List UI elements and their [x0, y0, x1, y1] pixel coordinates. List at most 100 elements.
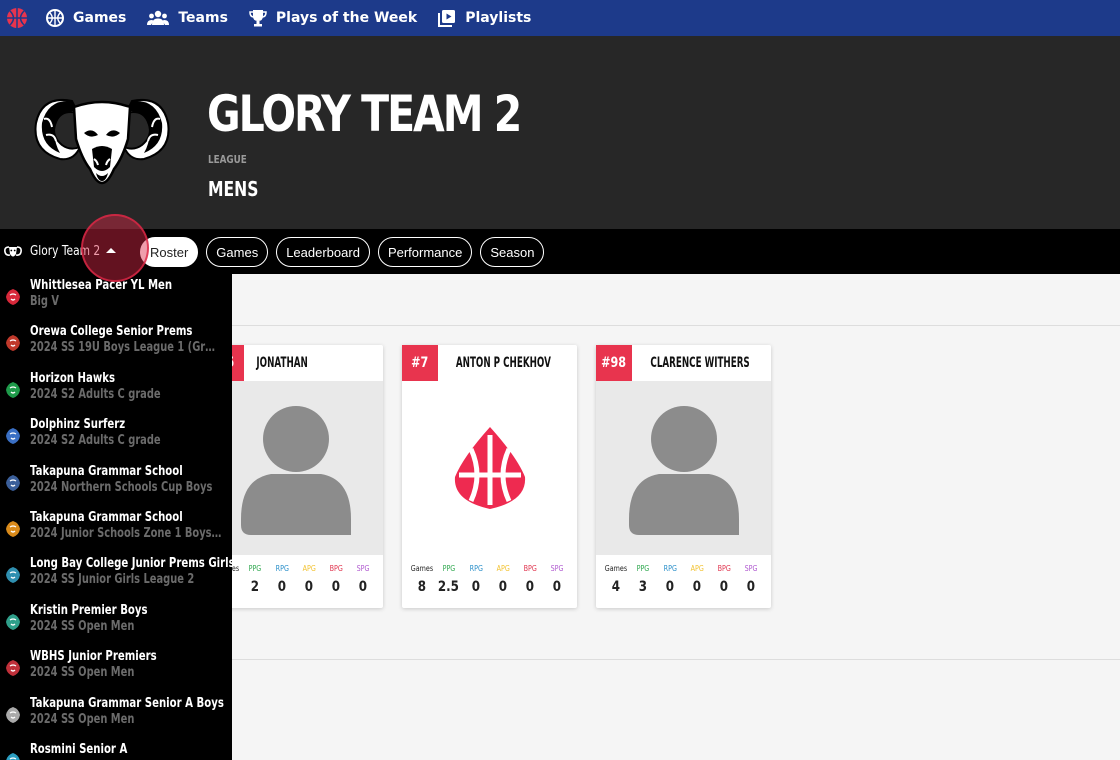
- stat-spg: SPG 0: [352, 564, 374, 595]
- team-option[interactable]: Horizon Hawks 2024 S2 Adults C grade: [0, 371, 232, 417]
- league-value: MENS: [208, 177, 259, 201]
- stat-bpg: BPG 0: [325, 564, 347, 595]
- team-option-league: 2024 SS Junior Girls League 2: [30, 572, 195, 588]
- player-photo: [208, 381, 383, 555]
- stat-value: 0: [471, 579, 481, 595]
- tab-season[interactable]: Season: [480, 237, 545, 267]
- stat-games: Games 8: [410, 564, 433, 595]
- team-logo-icon: [6, 474, 20, 491]
- stat-games: Games 4: [604, 564, 627, 595]
- stat-label: BPG: [523, 564, 537, 573]
- team-option-league: 2024 SS Open Men: [30, 665, 135, 681]
- team-logo-icon: [6, 660, 20, 677]
- team-hero: GLORY TEAM 2 LEAGUE MENS: [0, 36, 1120, 229]
- basketball-icon: [46, 9, 64, 27]
- stat-apg: APG 0: [492, 564, 514, 595]
- player-card[interactable]: #5 JONATHAN Games9PPG2RPG0APG0BPG0SPG0: [208, 345, 383, 608]
- stat-bpg: BPG 0: [713, 564, 735, 595]
- team-option-league: 2024 SS 19U Boys League 1 (Grading): [30, 340, 222, 356]
- nav-teams[interactable]: Teams: [147, 10, 228, 26]
- stat-label: Games: [604, 564, 627, 573]
- stat-label: BPG: [329, 564, 343, 573]
- nav-playlists[interactable]: Playlists: [438, 9, 531, 27]
- stat-label: PPG: [636, 564, 650, 573]
- team-logo-icon: [6, 567, 20, 584]
- team-option[interactable]: Whittlesea Pacer YL Men Big V: [0, 278, 232, 324]
- team-option-name: Long Bay College Junior Prems Girls: [30, 556, 232, 572]
- stat-label: APG: [302, 564, 316, 573]
- stat-apg: APG 0: [686, 564, 708, 595]
- team-option[interactable]: Takapuna Grammar Senior A Boys 2024 SS Op…: [0, 696, 232, 742]
- jersey-number: #7: [402, 345, 438, 381]
- stat-bpg: BPG 0: [519, 564, 541, 595]
- team-logo-icon: [6, 335, 20, 352]
- team-option-league: 2024 Northern Schools Cup Boys: [30, 479, 213, 495]
- team-option-name: Orewa College Senior Prems: [30, 324, 193, 340]
- team-option[interactable]: Takapuna Grammar School 2024 Northern Sch…: [0, 464, 232, 510]
- team-option[interactable]: Kristin Premier Boys 2024 SS Open Men: [0, 603, 232, 649]
- team-option-league: 2024 S2 Adults C grade: [30, 386, 161, 402]
- stat-spg: SPG 0: [546, 564, 568, 595]
- team-option-name: Takapuna Grammar Senior A Boys: [30, 695, 224, 711]
- stat-label: RPG: [275, 564, 289, 573]
- team-option-name: Whittlesea Pacer YL Men: [30, 278, 173, 293]
- app-logo[interactable]: [6, 7, 28, 29]
- tabs-bar: Glory Team 2 Roster Games Leaderboard Pe…: [0, 229, 1120, 274]
- team-option[interactable]: Takapuna Grammar School 2024 Junior Schoo…: [0, 510, 232, 556]
- team-option[interactable]: WBHS Junior Premiers 2024 SS Open Men: [0, 649, 232, 695]
- tab-performance[interactable]: Performance: [377, 237, 473, 267]
- player-stats: Games9PPG2RPG0APG0BPG0SPG0: [208, 555, 383, 595]
- stat-label: PPG: [248, 564, 262, 573]
- stat-ppg: PPG 3: [632, 564, 654, 595]
- stat-value: 0: [526, 579, 535, 595]
- team-option-name: Rosmini Senior A: [30, 742, 128, 757]
- stat-value: 3: [638, 579, 647, 595]
- stat-label: APG: [690, 564, 704, 573]
- stat-value: 4: [611, 579, 620, 595]
- stat-label: SPG: [356, 564, 370, 573]
- stat-rpg: RPG 0: [465, 564, 487, 595]
- team-logo-icon: [6, 289, 20, 305]
- player-name: JONATHAN: [256, 355, 308, 371]
- team-option-league: 2024 SS Open Men: [30, 711, 135, 727]
- nav-plays-of-the-week[interactable]: Plays of the Week: [249, 9, 417, 27]
- team-logo-icon: [6, 381, 20, 398]
- team-option-name: WBHS Junior Premiers: [30, 649, 157, 665]
- stat-label: SPG: [744, 564, 758, 573]
- tab-games[interactable]: Games: [206, 237, 269, 267]
- team-option[interactable]: Dolphinz Surferz 2024 S2 Adults C grade: [0, 417, 232, 463]
- stat-value: 0: [553, 579, 562, 595]
- stat-value: 2.5: [438, 579, 460, 595]
- player-card[interactable]: #7 ANTON P CHEKHOV Games 8 PPG 2.5 RPG 0 APG 0 B…: [402, 345, 577, 608]
- stat-value: 0: [692, 579, 702, 595]
- nav-games-label: Games: [73, 10, 127, 26]
- nav-games[interactable]: Games: [46, 9, 126, 27]
- team-logo-icon: [6, 706, 20, 723]
- stat-value: 0: [747, 579, 756, 595]
- team-option-league: 2024 S2 Adults C grade: [30, 433, 161, 449]
- stat-rpg: RPG 0: [271, 564, 293, 595]
- tab-leaderboard[interactable]: Leaderboard: [276, 237, 370, 267]
- player-stats: Games 4 PPG 3 RPG 0 APG 0 BPG 0 SPG 0: [596, 555, 771, 595]
- stat-ppg: PPG 2.5: [438, 564, 460, 595]
- stat-label: RPG: [469, 564, 483, 573]
- caret-up-icon[interactable]: [106, 248, 116, 253]
- player-name: ANTON P CHEKHOV: [455, 355, 551, 371]
- team-option[interactable]: Orewa College Senior Prems 2024 SS 19U Bo…: [0, 324, 232, 370]
- player-photo: [596, 381, 771, 555]
- team-logo-icon: [6, 428, 20, 445]
- player-card[interactable]: #98 CLARENCE WITHERS Games 4 PPG 3 RPG 0 APG 0 B…: [596, 345, 771, 608]
- stat-apg: APG 0: [298, 564, 320, 595]
- tab-list: Roster Games Leaderboard Performance Sea…: [140, 237, 552, 267]
- stat-value: 0: [720, 579, 729, 595]
- people-icon: [147, 10, 170, 25]
- team-title: GLORY TEAM 2: [207, 85, 522, 143]
- team-option-name: Horizon Hawks: [30, 370, 116, 386]
- nav-teams-label: Teams: [178, 10, 228, 26]
- team-option-name: Takapuna Grammar School: [30, 463, 183, 479]
- stat-label: Games: [410, 564, 433, 573]
- team-option[interactable]: Rosmini Senior A: [0, 742, 232, 760]
- avatar-placeholder-icon: [240, 406, 351, 535]
- team-option[interactable]: Long Bay College Junior Prems Girls 2024 …: [0, 556, 232, 602]
- nav-playlists-label: Playlists: [465, 10, 532, 26]
